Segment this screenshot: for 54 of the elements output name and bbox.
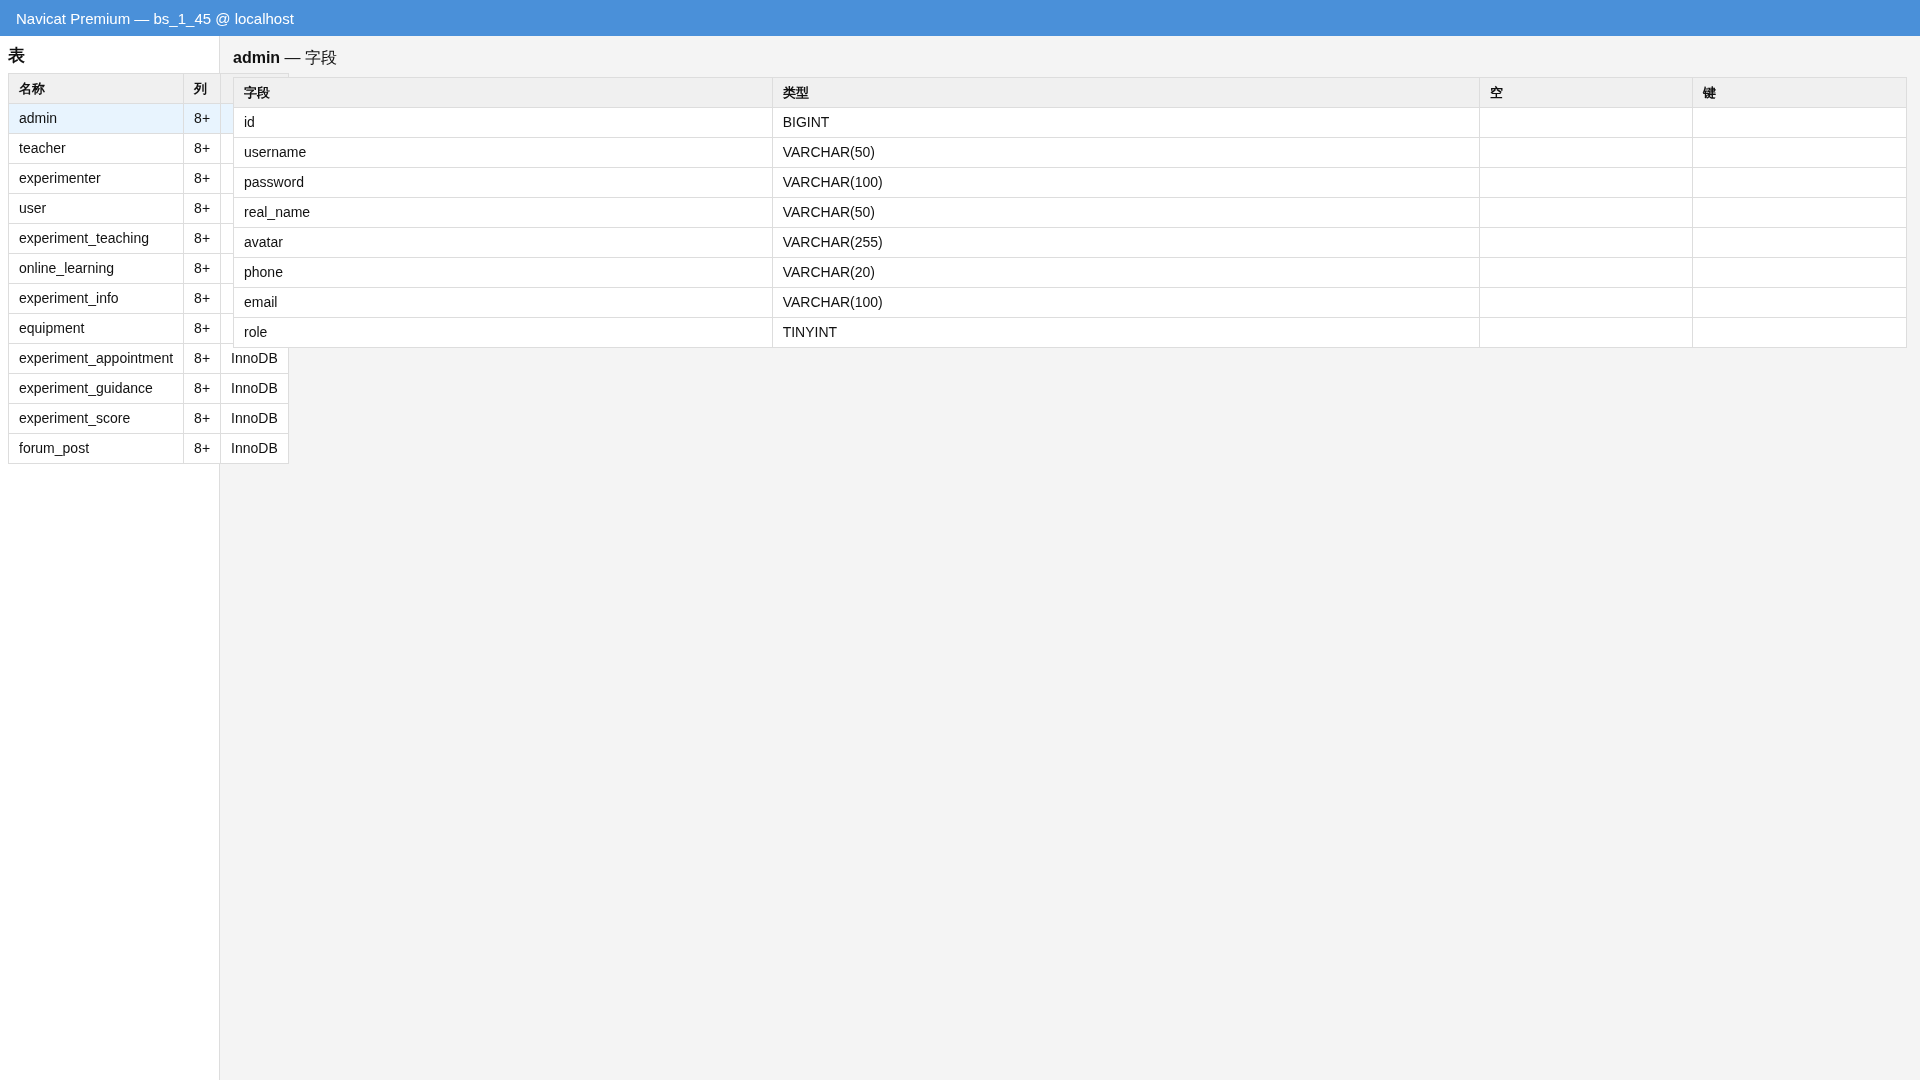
table-cell: 8+ [183,223,221,254]
column-header: 类型 [772,77,1480,108]
column-header: 空 [1479,77,1693,108]
table-cell: 8+ [183,193,221,224]
table-cell: forum_post [8,433,184,464]
table-row[interactable]: experiment_score 8+ InnoDB [8,403,289,434]
table-row[interactable]: experiment_guidance 8+ InnoDB [8,373,289,404]
table-cell: 8+ [183,403,221,434]
table-cell: experiment_score [8,403,184,434]
table-cell: id [233,107,773,138]
table-row[interactable]: forum_post 8+ InnoDB [8,433,289,464]
table-cell: InnoDB [220,373,289,404]
table-cell: 8+ [183,433,221,464]
table-heading: admin — 字段 [233,48,338,68]
panel-title: 表 [8,45,26,67]
table-cell: 8+ [183,373,221,404]
table-cell: 8+ [183,343,221,374]
table-cell: 8+ [183,313,221,344]
table-cell: password [233,167,773,198]
table-cell: experiment_teaching [8,223,184,254]
column-header: 名称 [8,73,184,104]
table-cell: 8+ [183,283,221,314]
table-cell: VARCHAR(255) [772,227,1480,258]
table-cell: experimenter [8,163,184,194]
table-cell: VARCHAR(20) [772,257,1480,288]
table-cell: username [233,137,773,168]
table-cell: VARCHAR(50) [772,197,1480,228]
table-cell: admin [8,103,184,134]
table-cell: 8+ [183,253,221,284]
table-cell: avatar [233,227,773,258]
table-cell: 8+ [183,133,221,164]
table-cell: VARCHAR(100) [772,287,1480,318]
table-cell: experiment_appointment [8,343,184,374]
table-cell: experiment_info [8,283,184,314]
table-cell: VARCHAR(50) [772,137,1480,168]
table-cell: BIGINT [772,107,1480,138]
table-cell: phone [233,257,773,288]
table-cell: experiment_guidance [8,373,184,404]
table-cell: InnoDB [220,403,289,434]
table-cell: online_learning [8,253,184,284]
table-cell: equipment [8,313,184,344]
table-cell: 8+ [183,163,221,194]
table-cell: VARCHAR(100) [772,167,1480,198]
window-title: Navicat Premium — bs_1_45 @ localhost [16,9,294,27]
table-cell: email [233,287,773,318]
table-cell: InnoDB [220,433,289,464]
column-header: 键 [1692,77,1907,108]
table-cell: user [8,193,184,224]
table-cell: role [233,317,773,348]
table-cell: TINYINT [772,317,1480,348]
table-cell: teacher [8,133,184,164]
column-header: 列 [183,73,221,104]
table-cell: real_name [233,197,773,228]
column-header: 字段 [233,77,773,108]
